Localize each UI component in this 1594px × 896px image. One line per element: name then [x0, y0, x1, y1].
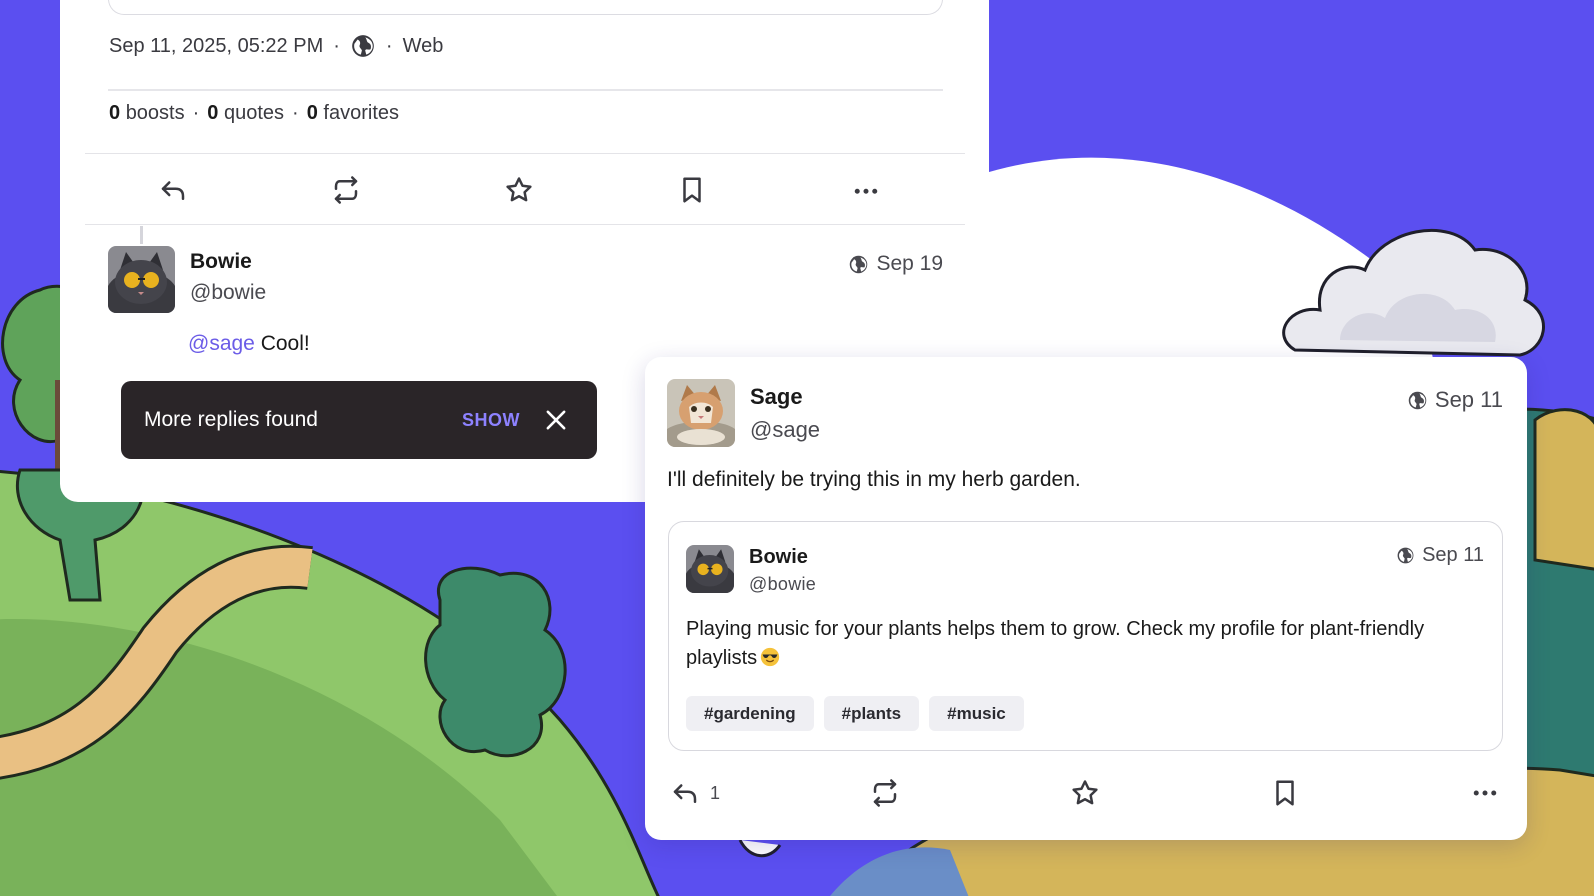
bowie-avatar-image	[108, 246, 175, 313]
boost-button[interactable]	[870, 776, 900, 810]
quoted-text: Playing music for your plants helps them…	[686, 618, 1425, 669]
more-icon	[1473, 790, 1497, 796]
favorites-stat[interactable]: 0 favorites	[307, 102, 399, 125]
date-label: Sep 11	[1434, 387, 1503, 412]
boost-button[interactable]	[328, 172, 364, 208]
stats-separator: ·	[192, 101, 200, 124]
boost-icon	[334, 176, 358, 204]
toast-show-button[interactable]: SHOW	[462, 410, 520, 431]
status-date[interactable]: Sep 19	[848, 252, 943, 276]
hashtag-music[interactable]: #music	[929, 696, 1024, 731]
thread-connector	[140, 226, 143, 244]
globe-icon	[850, 255, 868, 273]
more-button[interactable]	[848, 172, 884, 208]
quoted-author-handle[interactable]: @bowie	[749, 574, 816, 595]
bookmark-button[interactable]	[674, 172, 710, 208]
globe-icon	[1408, 391, 1427, 409]
status-stats: 0 boosts · 0 quotes · 0 favorites	[109, 82, 399, 144]
reply-count: 1	[710, 782, 721, 803]
meta-separator: ·	[333, 34, 340, 57]
bookmark-icon	[683, 177, 701, 203]
reply-button[interactable]	[155, 172, 191, 208]
avatar[interactable]	[686, 545, 734, 593]
favorite-button[interactable]	[501, 172, 537, 208]
status-meta: Sep 11, 2025, 05:22 PM · · Web	[109, 33, 443, 59]
meta-separator: ·	[385, 34, 393, 57]
reply-button[interactable]: 1	[670, 776, 720, 810]
close-icon[interactable]	[542, 406, 570, 434]
globe-icon	[352, 35, 374, 57]
favorite-icon	[1072, 780, 1098, 805]
status-date[interactable]: Sep 11	[1407, 387, 1503, 413]
hashtag-list: #gardening #plants #music	[686, 696, 1024, 731]
more-replies-toast: More replies found SHOW	[121, 381, 597, 459]
status-action-bar	[85, 153, 965, 225]
globe-icon	[1397, 547, 1414, 564]
sage-avatar-image	[667, 379, 735, 447]
status-content: @sage Cool!	[188, 332, 310, 356]
status-card[interactable]: Sage @sage Sep 11 I'll definitely be try…	[645, 357, 1527, 840]
quoted-author-name[interactable]: Bowie	[749, 546, 808, 569]
quoted-status-text: Playing music for your plants helps them…	[686, 615, 1476, 673]
more-button[interactable]	[1470, 776, 1500, 810]
quoted-status-date[interactable]: Sep 11	[1396, 544, 1484, 567]
embedded-content-bottom-edge	[108, 0, 943, 15]
hashtag-plants[interactable]: #plants	[823, 696, 920, 731]
reply-icon	[673, 784, 697, 803]
quotes-stat[interactable]: 0 quotes	[207, 102, 284, 125]
favorite-button[interactable]	[1070, 776, 1100, 810]
status-timestamp[interactable]: Sep 11, 2025, 05:22 PM	[109, 35, 323, 58]
mention-link[interactable]: @sage	[188, 332, 255, 355]
author-handle[interactable]: @bowie	[190, 281, 266, 305]
reply-status[interactable]: Bowie @bowie Sep 19 @sage Cool!	[108, 246, 943, 366]
favorite-icon	[506, 177, 532, 202]
status-text: Cool!	[254, 332, 310, 355]
hashtag-gardening[interactable]: #gardening	[686, 696, 814, 731]
client-name: Web	[402, 34, 444, 57]
author-name[interactable]: Bowie	[190, 250, 252, 274]
author-name[interactable]: Sage	[750, 384, 803, 410]
stats-separator: ·	[292, 101, 299, 124]
bookmark-button[interactable]	[1270, 776, 1300, 810]
bowie-avatar-image	[686, 545, 734, 593]
date-label: Sep 19	[876, 252, 943, 275]
reply-icon	[161, 181, 185, 200]
bookmark-icon	[1276, 780, 1294, 806]
avatar[interactable]	[667, 379, 735, 447]
quoted-status[interactable]: Bowie @bowie Sep 11 Playing music for yo…	[668, 521, 1503, 751]
boosts-stat[interactable]: 0 boosts	[109, 102, 185, 125]
toast-message: More replies found	[144, 408, 318, 431]
more-icon	[854, 188, 878, 194]
date-label: Sep 11	[1422, 544, 1484, 566]
author-handle[interactable]: @sage	[750, 417, 820, 443]
sunglasses-emoji-icon	[760, 647, 780, 667]
avatar[interactable]	[108, 246, 175, 313]
status-text: I'll definitely be trying this in my her…	[667, 468, 1081, 491]
boost-icon	[873, 779, 897, 807]
